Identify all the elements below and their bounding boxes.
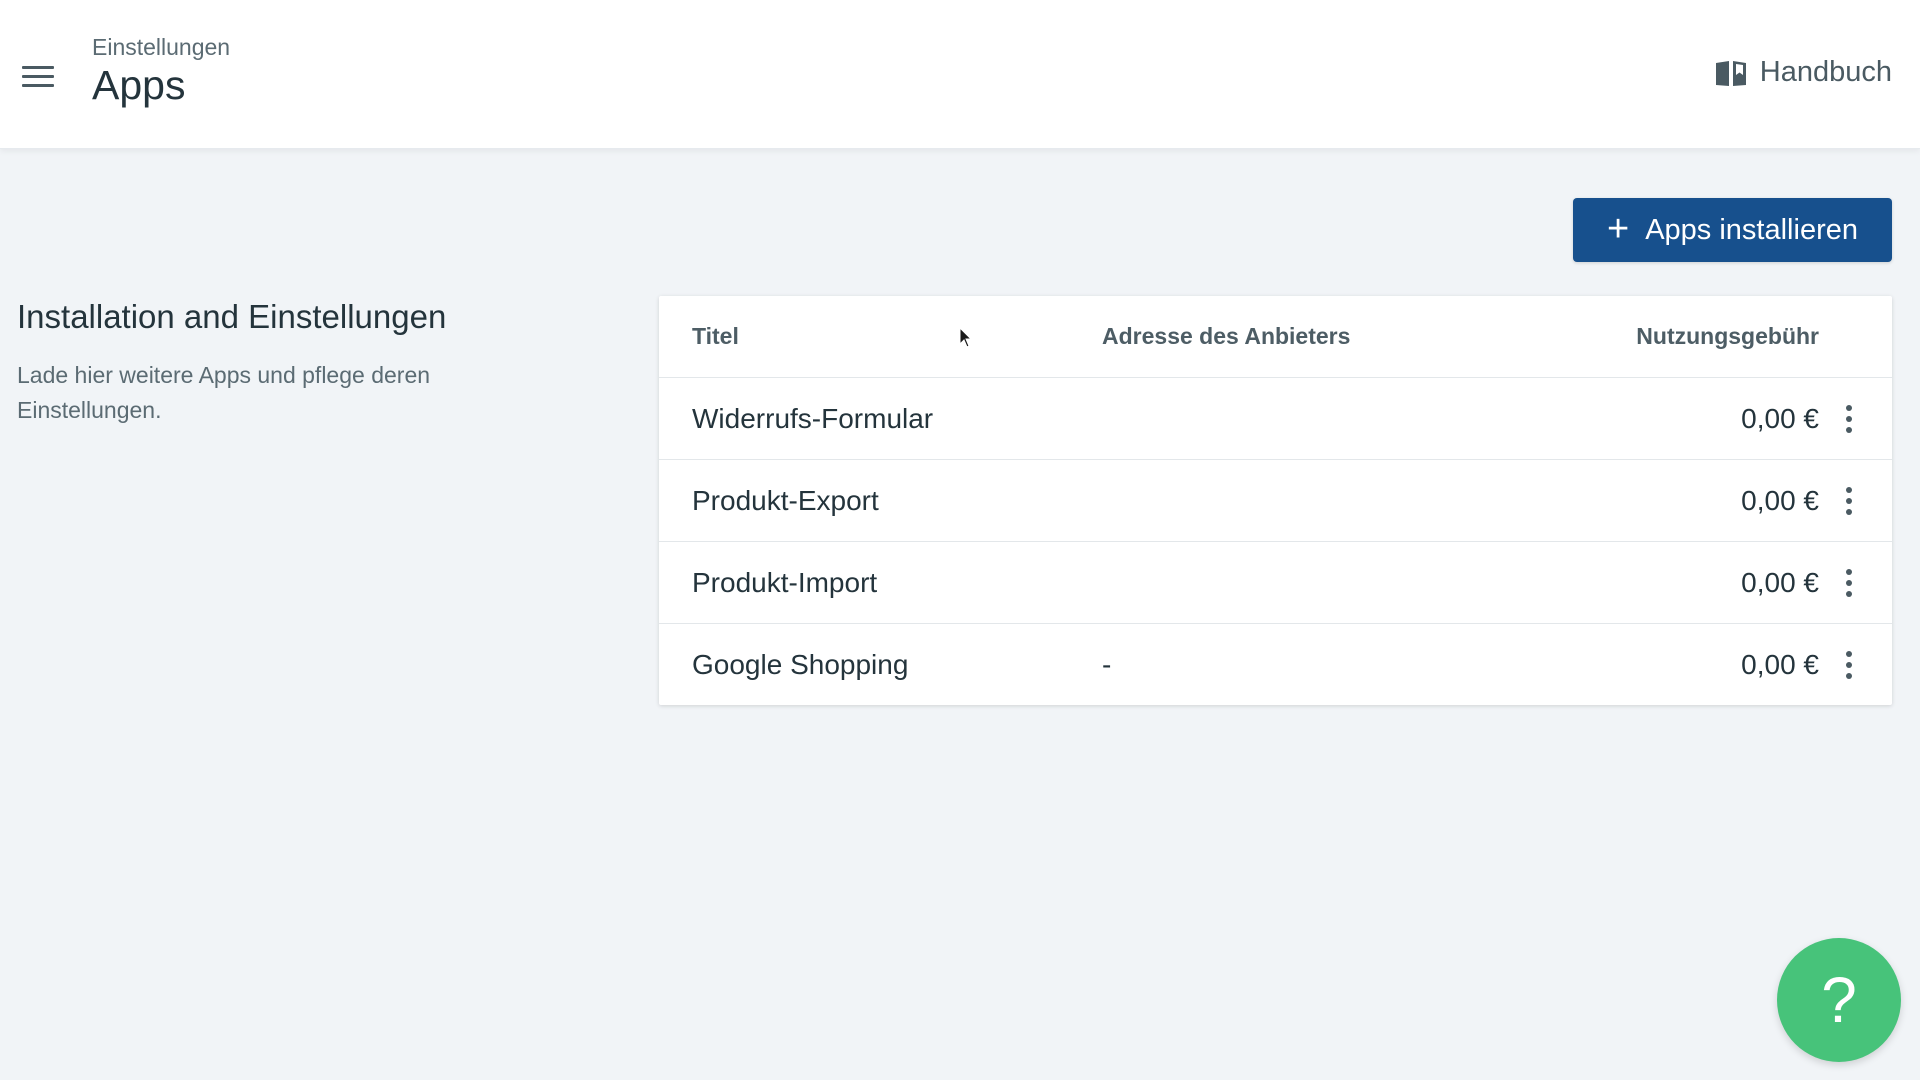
- more-vertical-icon[interactable]: [1827, 460, 1871, 541]
- mouse-cursor-icon: [959, 327, 973, 348]
- section-description: Lade hier weitere Apps und pflege deren …: [17, 362, 431, 423]
- table-header-row: Titel Adresse des Anbieters Nutzungsgebü…: [659, 296, 1892, 378]
- page-title: Apps: [92, 62, 186, 108]
- app-fee: 0,00 €: [1741, 649, 1819, 680]
- app-title: Produkt-Import: [692, 566, 878, 598]
- column-header-fee: Nutzungsgebühr: [1636, 323, 1819, 349]
- app-address: [1102, 460, 1462, 541]
- app-title: Google Shopping: [692, 649, 909, 680]
- app-address: [1102, 378, 1462, 459]
- more-vertical-icon[interactable]: [1827, 378, 1871, 459]
- section-title: Installation and Einstellungen: [17, 298, 447, 335]
- app-title: Widerrufs-Formular: [692, 402, 934, 434]
- table-row[interactable]: Produkt-Export 0,00 €: [659, 460, 1892, 542]
- table-row[interactable]: Google Shopping - 0,00 €: [659, 624, 1892, 706]
- more-vertical-icon[interactable]: [1827, 542, 1871, 623]
- plus-icon: +: [1607, 207, 1630, 250]
- install-apps-label: Apps installieren: [1645, 213, 1858, 246]
- install-apps-button[interactable]: + Apps installieren: [1573, 198, 1892, 262]
- handbook-label: Handbuch: [1759, 56, 1892, 88]
- column-header-address: Adresse des Anbieters: [1102, 323, 1351, 349]
- app-fee: 0,00 €: [1741, 566, 1819, 598]
- column-header-title: Titel: [692, 323, 739, 349]
- app-address: -: [1102, 649, 1112, 680]
- app-fee: 0,00 €: [1741, 484, 1819, 516]
- apps-table: Titel Adresse des Anbieters Nutzungsgebü…: [659, 296, 1892, 705]
- more-vertical-icon[interactable]: [1827, 624, 1871, 706]
- app-title: Produkt-Export: [692, 484, 879, 516]
- breadcrumb[interactable]: Einstellungen: [92, 34, 230, 61]
- menu-line: [22, 65, 54, 69]
- help-button[interactable]: ?: [1777, 938, 1901, 1062]
- menu-line: [22, 83, 54, 87]
- handbook-link[interactable]: Handbuch: [1714, 56, 1892, 89]
- menu-line: [22, 74, 54, 78]
- hamburger-menu-icon[interactable]: [18, 56, 58, 96]
- table-row[interactable]: Widerrufs-Formular 0,00 €: [659, 378, 1892, 460]
- app-address: [1102, 542, 1462, 623]
- book-icon: [1715, 60, 1746, 86]
- top-bar: Einstellungen Apps Handbuch: [0, 0, 1920, 149]
- table-row[interactable]: Produkt-Import 0,00 €: [659, 542, 1892, 624]
- app-fee: 0,00 €: [1741, 402, 1819, 434]
